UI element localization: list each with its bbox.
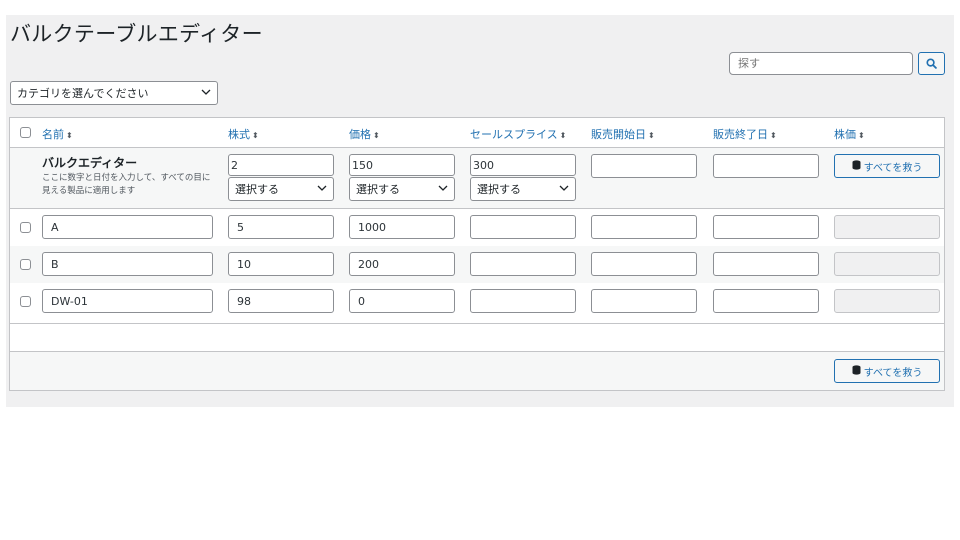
column-header-stock-price[interactable]: 株価 ⬍: [834, 126, 865, 142]
column-header-sale-end[interactable]: 販売終了日 ⬍: [713, 126, 777, 142]
price-input[interactable]: 200: [349, 252, 455, 276]
bulk-sale-end-input[interactable]: [713, 154, 819, 178]
column-header-price[interactable]: 価格 ⬍: [349, 126, 380, 142]
chevron-down-icon: [201, 88, 211, 98]
bulk-price-input[interactable]: 150: [349, 154, 455, 176]
category-select-value: カテゴリを選んでください: [17, 87, 149, 100]
price-input[interactable]: 0: [349, 289, 455, 313]
database-icon: [852, 159, 861, 173]
bulk-sale-start-input[interactable]: [591, 154, 697, 178]
bulk-price-select[interactable]: 選択する: [349, 177, 455, 201]
category-select[interactable]: カテゴリを選んでください: [10, 81, 218, 105]
select-all-checkbox[interactable]: [20, 127, 31, 138]
save-all-button[interactable]: すべてを救う: [834, 154, 940, 178]
sort-icon: ⬍: [66, 131, 73, 140]
sale-end-input[interactable]: [713, 215, 819, 239]
column-header-name[interactable]: 名前 ⬍: [42, 126, 73, 142]
chevron-down-icon: [317, 184, 327, 194]
search-icon: [926, 54, 937, 73]
bulk-editor-title: バルクエディター: [42, 156, 138, 170]
products-table: 名前 ⬍ 株式 ⬍ 価格 ⬍ セールスプライス ⬍ 販売開始日 ⬍ 販売終了日 ⬍ 株価 ⬍ …: [9, 117, 945, 391]
stock-price-input: [834, 289, 940, 313]
table-row: DW-01 98 0: [10, 283, 944, 320]
sale-price-input[interactable]: [470, 252, 576, 276]
row-checkbox[interactable]: [20, 296, 31, 307]
bulk-sale-price-select[interactable]: 選択する: [470, 177, 576, 201]
chevron-down-icon: [438, 184, 448, 194]
sort-icon: ⬍: [373, 131, 380, 140]
sale-start-input[interactable]: [591, 289, 697, 313]
stock-input[interactable]: 10: [228, 252, 334, 276]
bulk-stock-input[interactable]: 2: [228, 154, 334, 176]
row-checkbox[interactable]: [20, 222, 31, 233]
database-icon: [852, 364, 861, 378]
row-checkbox[interactable]: [20, 259, 31, 270]
bulk-stock-select[interactable]: 選択する: [228, 177, 334, 201]
sale-start-input[interactable]: [591, 215, 697, 239]
sale-end-input[interactable]: [713, 289, 819, 313]
sale-price-input[interactable]: [470, 215, 576, 239]
column-header-stock[interactable]: 株式 ⬍: [228, 126, 259, 142]
sort-icon: ⬍: [252, 131, 259, 140]
product-name-input[interactable]: A: [42, 215, 213, 239]
sort-icon: ⬍: [858, 131, 865, 140]
stock-input[interactable]: 5: [228, 215, 334, 239]
sale-price-input[interactable]: [470, 289, 576, 313]
bulk-editor-row: バルクエディター ここに数字と日付を入力して、すべての目に見える製品に適用します…: [10, 148, 944, 209]
stock-price-input: [834, 252, 940, 276]
product-name-input[interactable]: B: [42, 252, 213, 276]
product-name-input[interactable]: DW-01: [42, 289, 213, 313]
sale-start-input[interactable]: [591, 252, 697, 276]
sort-icon: ⬍: [648, 131, 655, 140]
table-spacer: [10, 323, 944, 352]
column-header-sale-price[interactable]: セールスプライス ⬍: [470, 126, 566, 142]
stock-input[interactable]: 98: [228, 289, 334, 313]
table-header: 名前 ⬍ 株式 ⬍ 価格 ⬍ セールスプライス ⬍ 販売開始日 ⬍ 販売終了日 ⬍ 株価 ⬍: [10, 118, 944, 148]
chevron-down-icon: [559, 184, 569, 194]
column-header-sale-start[interactable]: 販売開始日 ⬍: [591, 126, 655, 142]
table-row: A 5 1000: [10, 209, 944, 246]
save-all-button-footer[interactable]: すべてを救う: [834, 359, 940, 383]
sort-icon: ⬍: [559, 131, 567, 140]
bulk-sale-price-input[interactable]: 300: [470, 154, 576, 176]
search-button[interactable]: [918, 52, 945, 75]
table-row: B 10 200: [10, 246, 944, 283]
price-input[interactable]: 1000: [349, 215, 455, 239]
search-input[interactable]: [729, 52, 913, 75]
page-title: バルクテーブルエディター: [10, 22, 263, 46]
sale-end-input[interactable]: [713, 252, 819, 276]
sort-icon: ⬍: [770, 131, 777, 140]
bulk-editor-panel: バルクテーブルエディター カテゴリを選んでください 名前⬍ 株式⬍ 価格⬍ セー…: [6, 15, 954, 407]
bulk-editor-description: ここに数字と日付を入力して、すべての目に見える製品に適用します: [42, 173, 211, 196]
table-footer: すべてを救う: [10, 352, 944, 390]
stock-price-input: [834, 215, 940, 239]
